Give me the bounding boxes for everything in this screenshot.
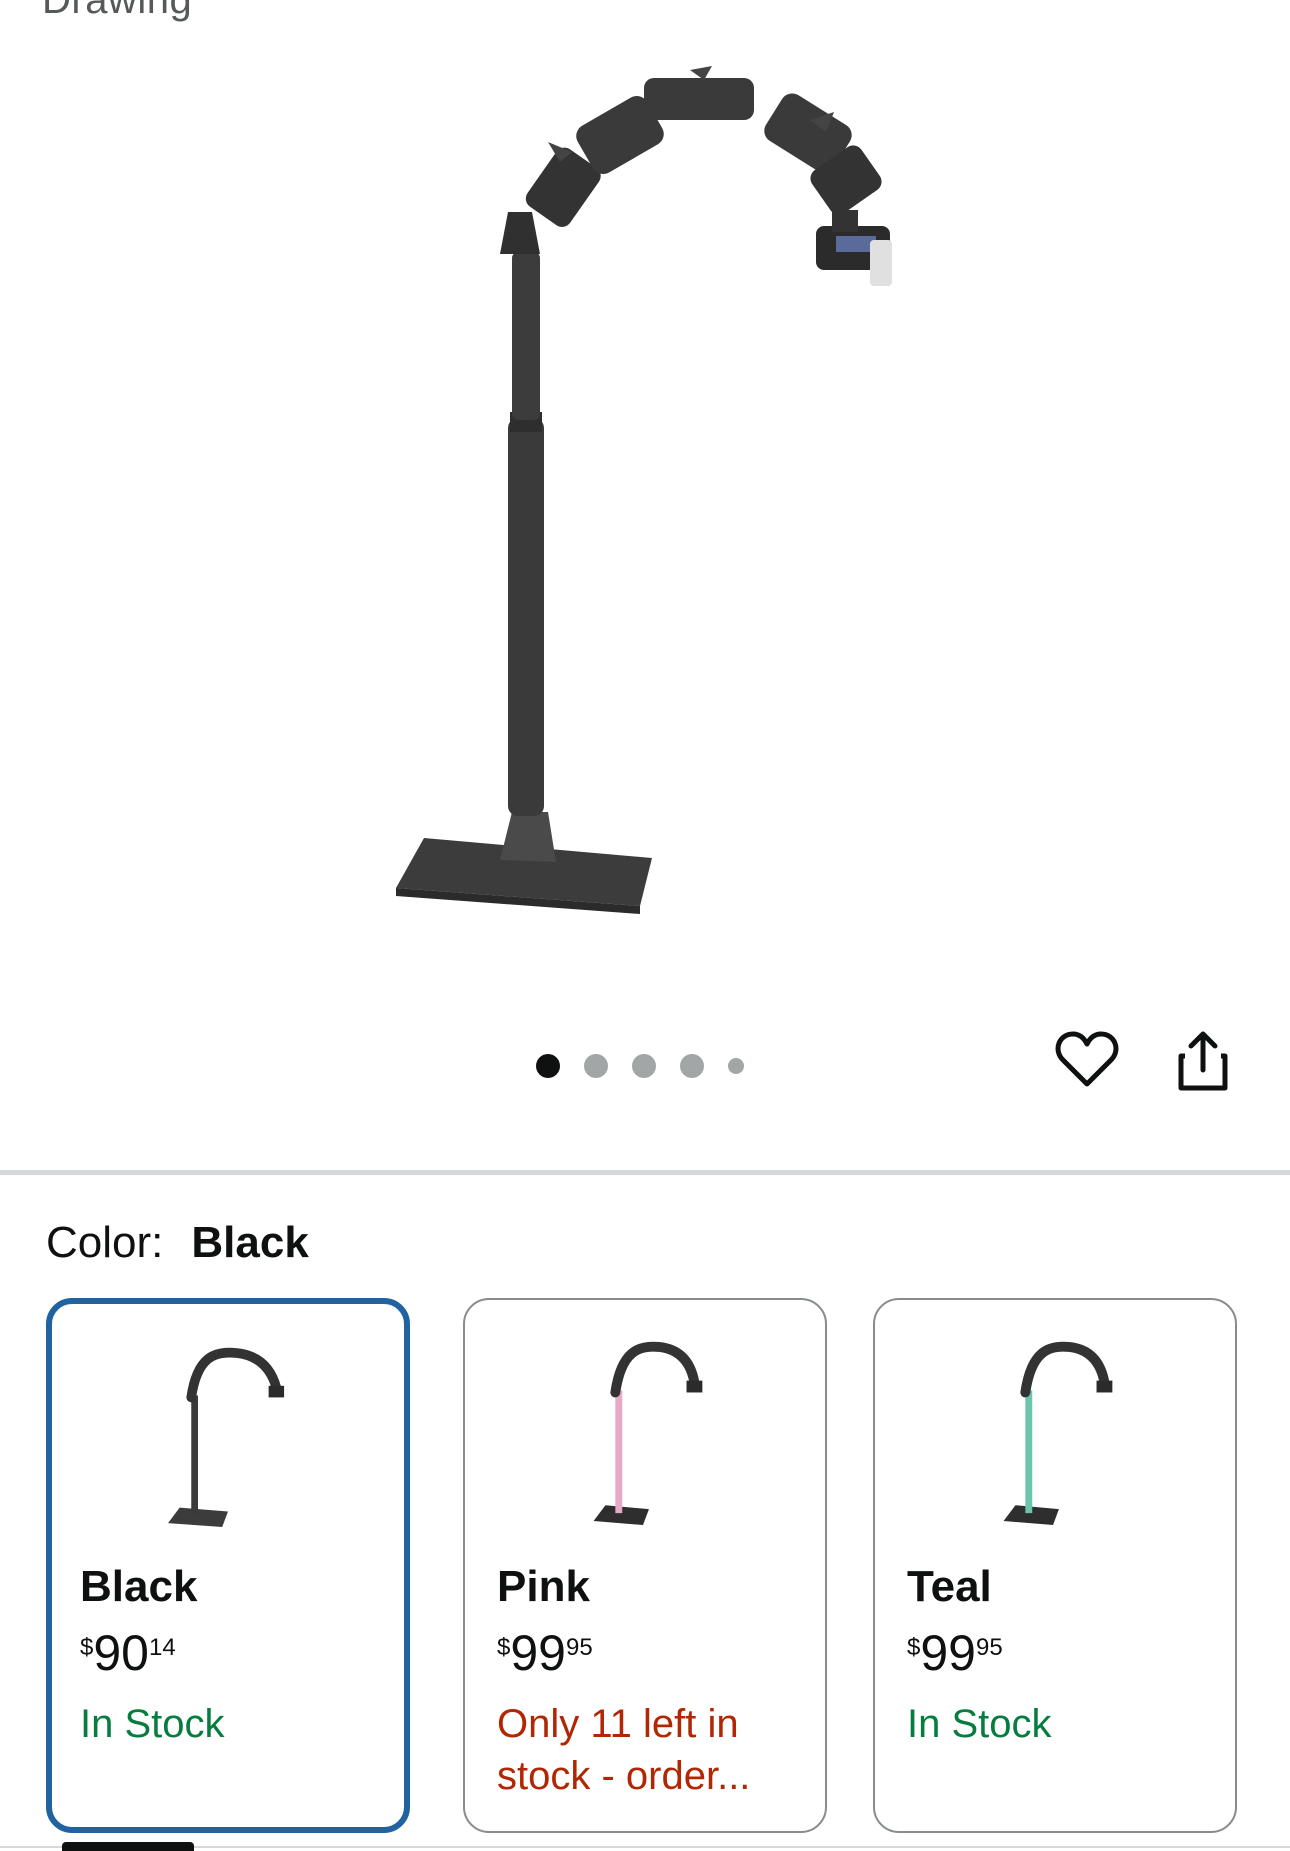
color-option-price: $ 99 95 [907, 1628, 1003, 1678]
pagination-dot[interactable] [632, 1054, 656, 1078]
price-whole: 99 [510, 1625, 566, 1681]
share-button[interactable] [1175, 1030, 1247, 1102]
availability-status: Only 11 left in stock - order... [497, 1702, 751, 1798]
price-fraction: 95 [975, 1634, 1003, 1661]
color-option-thumbnail [593, 1341, 703, 1525]
image-pagination[interactable] [536, 1054, 744, 1078]
price-currency: $ [497, 1634, 511, 1661]
color-option-thumbnail [1003, 1341, 1113, 1525]
color-label: Color: [46, 1218, 164, 1267]
color-option-name: Pink [497, 1562, 590, 1611]
price-fraction: 14 [148, 1634, 176, 1661]
availability-status: In Stock [80, 1702, 225, 1746]
pagination-dot-active[interactable] [536, 1054, 560, 1078]
price-whole: 99 [920, 1625, 976, 1681]
product-image-gallery[interactable] [0, 0, 1290, 1160]
color-option-price: $ 99 95 [497, 1628, 593, 1678]
product-image [396, 66, 892, 914]
color-option-black[interactable]: Black $ 90 14 In Stock [46, 1298, 410, 1833]
wishlist-button[interactable] [1055, 1030, 1127, 1102]
selected-color-value: Black [191, 1218, 309, 1267]
availability-status: In Stock [907, 1702, 1052, 1746]
share-icon [1178, 1031, 1228, 1091]
price-currency: $ [907, 1634, 921, 1661]
pagination-dot[interactable] [680, 1054, 704, 1078]
color-option-thumbnail [168, 1347, 285, 1527]
heart-icon [1055, 1031, 1119, 1087]
price-whole: 90 [93, 1625, 149, 1681]
price-fraction: 95 [565, 1634, 593, 1661]
price-currency: $ [80, 1634, 94, 1661]
pagination-dot[interactable] [728, 1058, 744, 1074]
color-option-name: Teal [907, 1562, 992, 1611]
product-page: Drawing Color: Black Black $ 90 14 In St… [0, 0, 1290, 1851]
section-divider [0, 1170, 1290, 1175]
pagination-dot[interactable] [584, 1054, 608, 1078]
color-option-pink[interactable]: Pink $ 99 95 Only 11 left in stock - ord… [463, 1298, 827, 1833]
scroll-indicator [62, 1842, 194, 1851]
color-option-price: $ 90 14 [80, 1628, 176, 1678]
color-option-name: Black [80, 1562, 198, 1611]
color-option-teal[interactable]: Teal $ 99 95 In Stock [873, 1298, 1237, 1833]
color-selector-heading: Color: Black [46, 1218, 309, 1268]
